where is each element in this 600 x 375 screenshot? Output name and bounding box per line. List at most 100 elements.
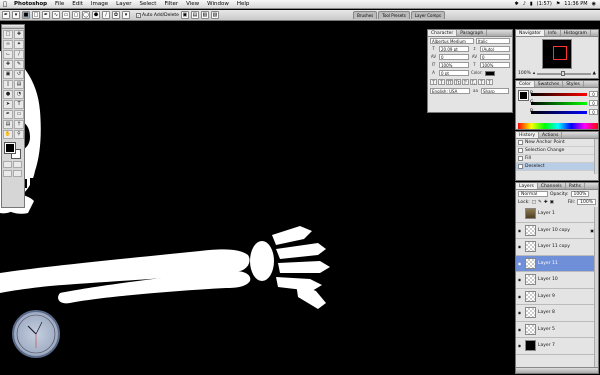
apple-menu-icon[interactable]:  bbox=[0, 1, 10, 8]
layer-row[interactable]: Layer 1 bbox=[516, 206, 598, 223]
baseline-shift-field[interactable]: 0 pt bbox=[439, 70, 469, 76]
tab-history[interactable]: History bbox=[516, 132, 540, 138]
well-tab-tool-presets[interactable]: Tool Presets bbox=[378, 11, 410, 19]
pen-button[interactable]: ✒ bbox=[42, 11, 50, 19]
paths-button[interactable]: □ bbox=[32, 11, 40, 19]
marquee-tool-icon[interactable]: □ bbox=[3, 30, 13, 39]
subscript-button[interactable]: T, bbox=[470, 79, 477, 85]
dodge-tool-icon[interactable]: ◔ bbox=[14, 90, 24, 99]
shape-layers-button[interactable]: ■ bbox=[22, 11, 30, 19]
magic-wand-tool-icon[interactable]: ✦ bbox=[14, 40, 24, 49]
tab-swatches[interactable]: Swatches bbox=[535, 81, 564, 87]
history-scrollbar[interactable] bbox=[594, 139, 598, 174]
spotlight-icon[interactable]: ◉ bbox=[592, 1, 596, 7]
clone-stamp-tool-icon[interactable]: ▣ bbox=[3, 70, 13, 79]
visibility-eye-icon[interactable]: ◉ bbox=[516, 261, 523, 266]
volume-icon[interactable]: ♪ bbox=[523, 1, 526, 7]
strikethrough-button[interactable]: T bbox=[486, 79, 493, 85]
tab-channels[interactable]: Channels bbox=[538, 183, 566, 189]
green-field[interactable]: 0 bbox=[589, 100, 598, 106]
layer-thumbnail[interactable] bbox=[525, 257, 536, 269]
layer-thumbnail[interactable] bbox=[525, 208, 536, 220]
layer-name[interactable]: Layer 10 bbox=[538, 277, 558, 282]
menu-select[interactable]: Select bbox=[136, 1, 161, 7]
app-menu[interactable]: Photoshop bbox=[10, 1, 51, 7]
layer-name[interactable]: Layer 8 bbox=[538, 310, 555, 315]
zoom-value[interactable]: 100% bbox=[518, 71, 531, 76]
history-brush-tool-icon[interactable]: ↺ bbox=[14, 70, 24, 79]
menu-layer[interactable]: Layer bbox=[112, 1, 135, 7]
subtract-path-area-button[interactable]: ▤ bbox=[190, 11, 199, 19]
green-slider[interactable] bbox=[531, 102, 587, 105]
layer-name[interactable]: Layer 11 bbox=[538, 261, 558, 266]
menu-edit[interactable]: Edit bbox=[68, 1, 87, 7]
add-path-area-button[interactable]: ▣ bbox=[180, 11, 189, 19]
eyedropper-tool-icon[interactable]: † bbox=[14, 120, 24, 129]
path-selection-tool-icon[interactable]: ➤ bbox=[3, 100, 13, 109]
history-item[interactable]: Fill bbox=[516, 155, 598, 163]
standard-screen-mode-icon[interactable] bbox=[3, 170, 12, 177]
type-tool-icon[interactable]: T bbox=[14, 100, 24, 109]
layer-row[interactable]: ◉ Layer 8 bbox=[516, 305, 598, 322]
well-tab-layer-comps[interactable]: Layer Comps bbox=[410, 11, 445, 19]
layer-thumbnail[interactable] bbox=[525, 224, 536, 236]
tab-character[interactable]: Character bbox=[428, 30, 458, 36]
history-brush-source-icon[interactable] bbox=[518, 156, 523, 161]
language-select[interactable]: English: USA bbox=[430, 88, 470, 94]
layer-thumbnail[interactable] bbox=[525, 307, 536, 319]
battery-time[interactable]: (1:57) bbox=[537, 1, 552, 7]
all-caps-button[interactable]: TT bbox=[446, 79, 453, 85]
freeform-pen-button[interactable]: ∿ bbox=[52, 11, 60, 19]
navigator-thumbnail[interactable] bbox=[542, 39, 572, 69]
antialias-select[interactable]: Sharp bbox=[481, 88, 509, 94]
red-slider[interactable] bbox=[531, 93, 587, 96]
red-field[interactable]: 0 bbox=[589, 91, 598, 97]
history-item[interactable]: Deselect bbox=[516, 163, 598, 171]
font-family-select[interactable]: Albertus Medium bbox=[430, 38, 474, 44]
visibility-eye-icon[interactable]: ◉ bbox=[516, 244, 523, 249]
rounded-rect-button[interactable]: ▢ bbox=[72, 11, 80, 19]
full-screen-menu-mode-icon[interactable] bbox=[13, 170, 22, 177]
gradient-tool-icon[interactable]: ▤ bbox=[14, 80, 24, 89]
color-panel-foreground-swatch[interactable] bbox=[518, 90, 529, 101]
layer-row[interactable]: ◉ Layer 5 bbox=[516, 322, 598, 338]
tab-layers[interactable]: Layers bbox=[516, 183, 538, 189]
faux-italic-button[interactable]: T bbox=[438, 79, 445, 85]
rectangle-button[interactable]: ▭ bbox=[62, 11, 70, 19]
fill-field[interactable]: 100% bbox=[577, 199, 596, 205]
foreground-color-swatch[interactable] bbox=[4, 142, 16, 154]
lock-image-icon[interactable]: ✎ bbox=[538, 200, 542, 205]
small-caps-button[interactable]: Tt bbox=[454, 79, 461, 85]
underline-button[interactable]: T bbox=[478, 79, 485, 85]
geometry-options-icon[interactable]: ▾ bbox=[122, 11, 130, 19]
quick-mask-mode-icon[interactable] bbox=[13, 161, 22, 168]
visibility-eye-icon[interactable]: ◉ bbox=[516, 294, 523, 299]
layer-name[interactable]: Layer 7 bbox=[538, 343, 555, 348]
layer-row[interactable]: ◉ Layer 10 copy ▣ bbox=[516, 223, 598, 239]
document-canvas[interactable] bbox=[0, 21, 430, 375]
notes-tool-icon[interactable]: ▤ bbox=[3, 120, 13, 129]
kerning-field[interactable]: 0 bbox=[439, 54, 469, 60]
flag-icon[interactable]: ⚑ bbox=[556, 1, 560, 7]
pen-tool-preset-icon[interactable]: ✒ bbox=[2, 11, 10, 19]
zoom-out-icon[interactable]: ▴ bbox=[533, 71, 535, 76]
history-item[interactable]: Selection Change bbox=[516, 147, 598, 155]
layer-name[interactable]: Layer 9 bbox=[538, 294, 555, 299]
visibility-eye-icon[interactable]: ◉ bbox=[516, 343, 523, 348]
brush-tool-icon[interactable]: ✎ bbox=[14, 60, 24, 69]
visibility-eye-icon[interactable]: ◉ bbox=[516, 327, 523, 332]
healing-brush-tool-icon[interactable]: ✚ bbox=[3, 60, 13, 69]
menu-clock[interactable]: 11:36 PM bbox=[564, 1, 587, 7]
vertical-scale-field[interactable]: 100% bbox=[439, 62, 469, 68]
history-brush-source-icon[interactable] bbox=[518, 164, 523, 169]
layer-row[interactable]: ◉ Layer 11 bbox=[516, 255, 598, 272]
opacity-field[interactable]: 100% bbox=[570, 191, 590, 197]
superscript-button[interactable]: T' bbox=[462, 79, 469, 85]
menu-view[interactable]: View bbox=[182, 1, 203, 7]
visibility-eye-icon[interactable]: ◉ bbox=[516, 310, 523, 315]
pen-tool-icon[interactable]: ✒ bbox=[3, 110, 13, 119]
lock-all-icon[interactable]: ▣ bbox=[550, 200, 554, 205]
history-brush-source-icon[interactable] bbox=[518, 140, 523, 145]
blue-slider[interactable] bbox=[531, 111, 587, 114]
tab-styles[interactable]: Styles bbox=[563, 81, 584, 87]
